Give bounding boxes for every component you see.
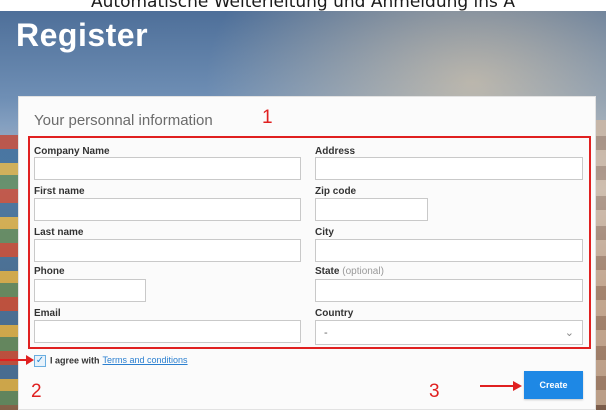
email-input[interactable] — [34, 320, 301, 343]
chevron-down-icon: ⌄ — [564, 327, 574, 339]
phone-input[interactable] — [34, 279, 146, 302]
last-name-input[interactable] — [34, 239, 301, 262]
annotation-arrow-2-head — [26, 355, 34, 365]
terms-text: I agree with — [50, 355, 100, 366]
terms-checkbox[interactable]: ✓ — [34, 355, 46, 367]
country-select[interactable]: - ⌄ — [315, 320, 583, 345]
annotation-step-1: 1 — [262, 107, 273, 128]
email-label: Email — [34, 308, 61, 319]
address-input[interactable] — [315, 157, 583, 180]
annotation-step-3: 3 — [429, 381, 440, 402]
last-name-label: Last name — [34, 227, 84, 238]
annotation-arrow-2 — [0, 359, 26, 361]
country-label: Country — [315, 308, 354, 319]
first-name-input[interactable] — [34, 198, 301, 221]
annotation-arrow-3 — [480, 385, 514, 387]
page-caption: Automatische Weiterleitung und Anmeldung… — [0, 0, 606, 11]
terms-row: ✓ I agree with Terms and conditions — [34, 355, 188, 367]
country-selected-value: - — [324, 327, 328, 339]
company-name-input[interactable] — [34, 157, 301, 180]
address-label: Address — [315, 146, 356, 157]
first-name-label: First name — [34, 186, 85, 197]
city-label: City — [315, 227, 334, 238]
zip-code-label: Zip code — [315, 186, 357, 197]
state-input[interactable] — [315, 279, 583, 302]
section-title: Your personnal information — [34, 112, 213, 129]
company-name-label: Company Name — [34, 146, 110, 157]
city-input[interactable] — [315, 239, 583, 262]
terms-link[interactable]: Terms and conditions — [103, 355, 188, 365]
state-label: State (optional) — [315, 266, 384, 277]
state-label-text: State — [315, 266, 340, 277]
create-button[interactable]: Create — [524, 371, 583, 399]
page-title: Register — [16, 17, 149, 53]
state-optional-hint: (optional) — [342, 266, 384, 277]
zip-code-input[interactable] — [315, 198, 428, 221]
phone-label: Phone — [34, 266, 65, 277]
annotation-step-2: 2 — [31, 381, 42, 402]
annotation-arrow-3-head — [513, 381, 522, 391]
